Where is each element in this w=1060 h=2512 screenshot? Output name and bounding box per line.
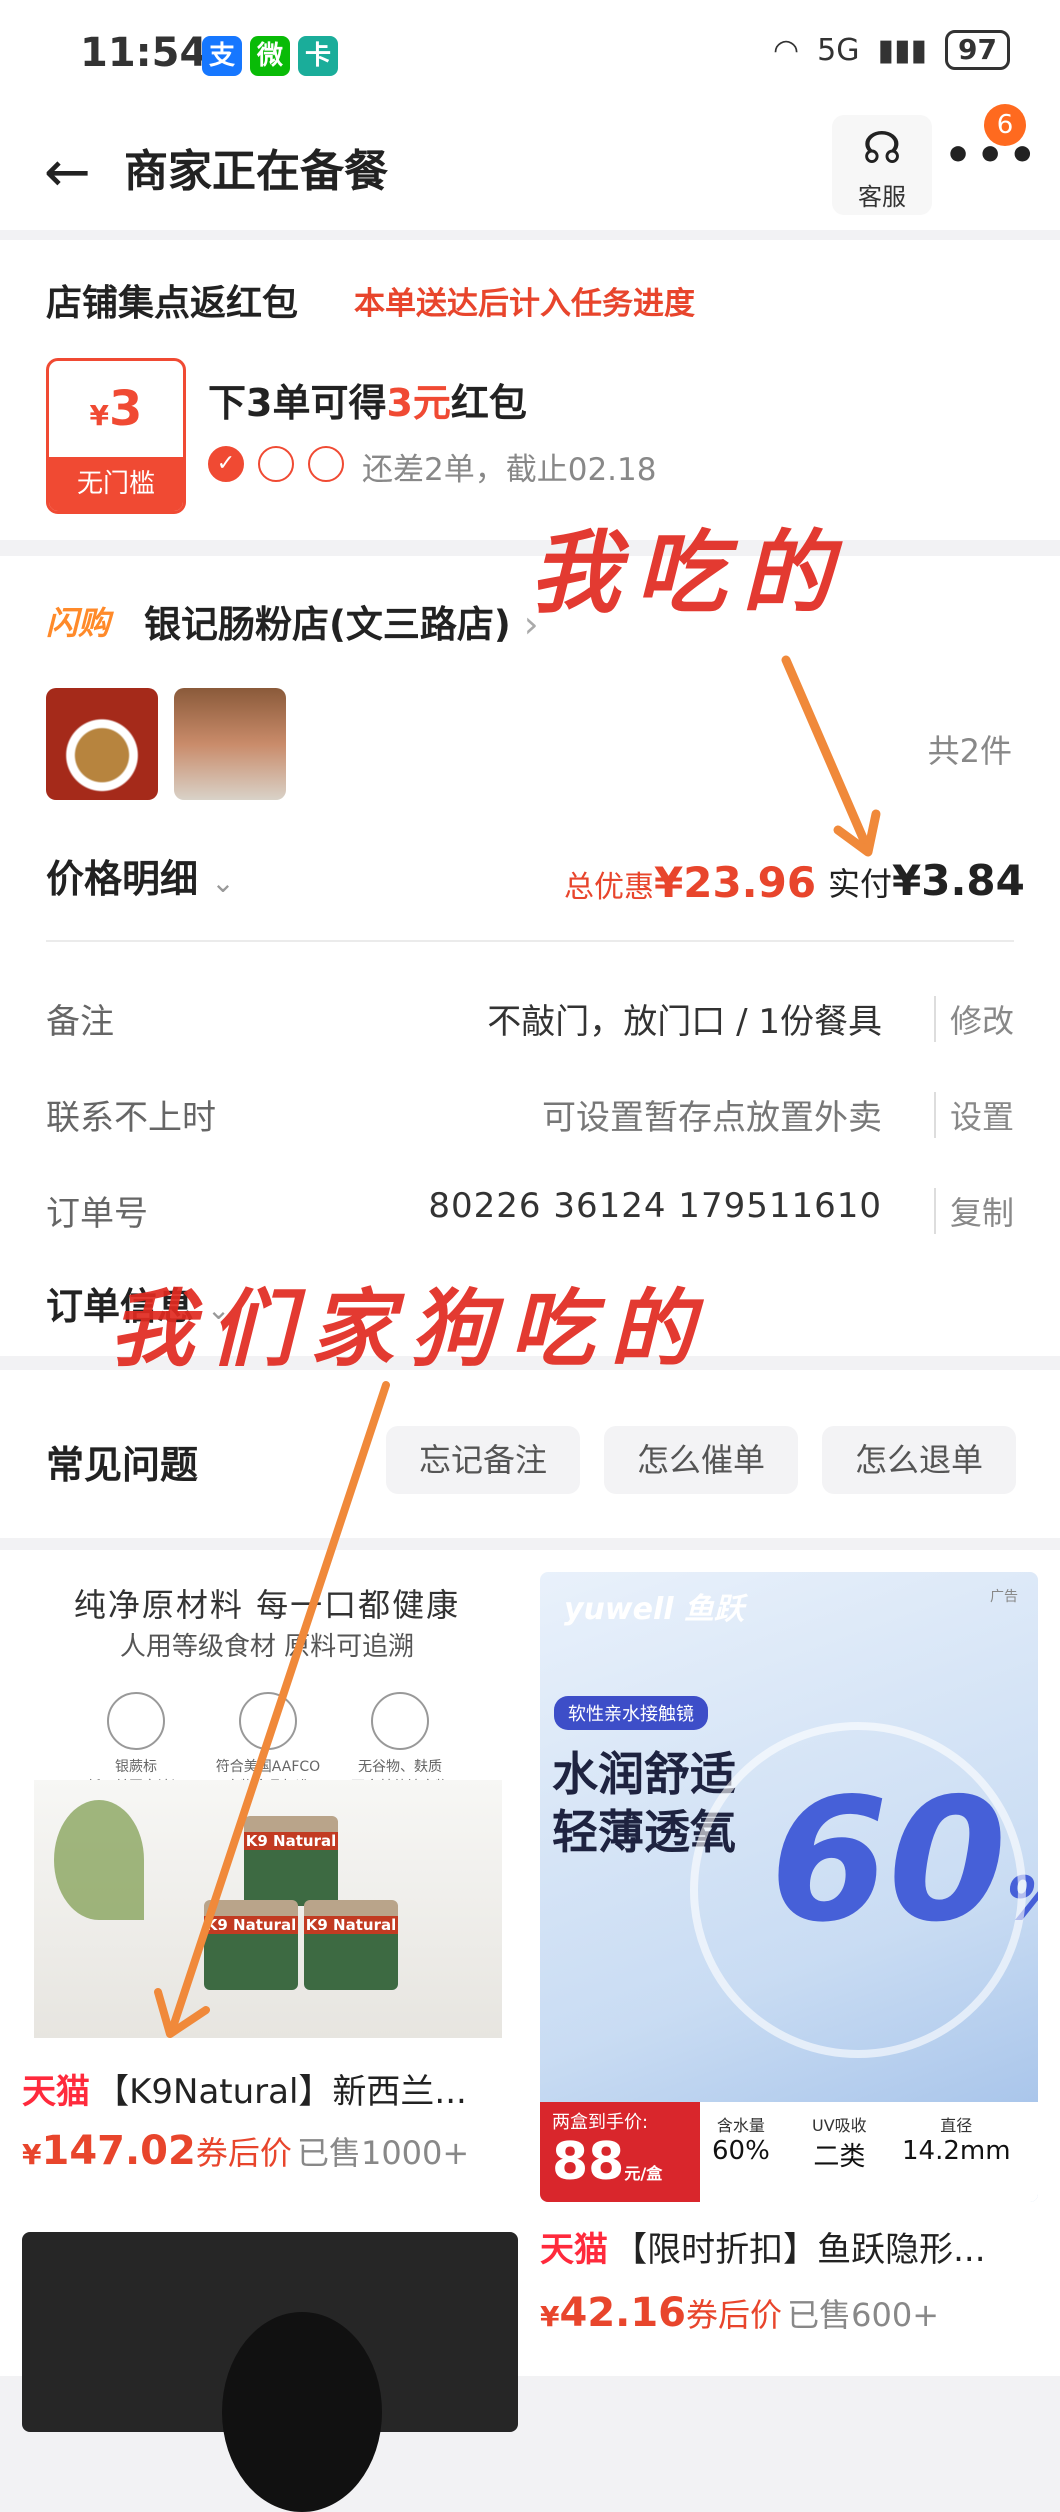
arrow-line-1: [781, 655, 871, 850]
arrow-line-2: [168, 1381, 390, 2034]
annotation-arrows: [154, 655, 881, 2038]
